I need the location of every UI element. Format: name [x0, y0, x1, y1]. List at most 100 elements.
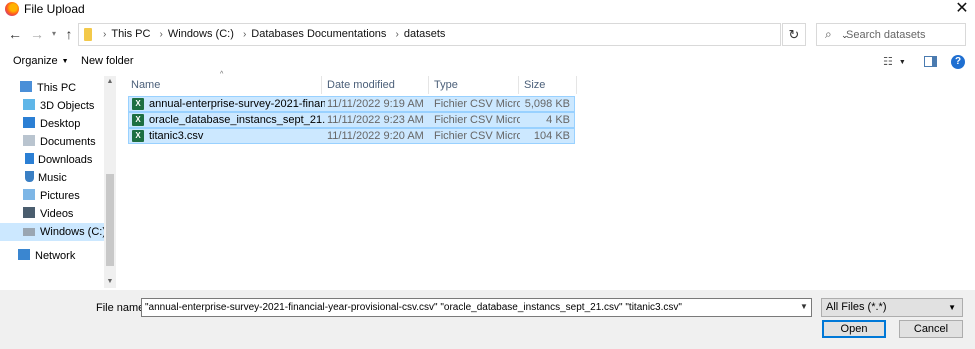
help-icon[interactable]: ? [951, 55, 965, 69]
file-date: 11/11/2022 9:20 AM [327, 130, 424, 142]
sidebar-item-label: This PC [37, 82, 77, 94]
firefox-icon [5, 2, 19, 16]
computer-icon [20, 81, 32, 92]
sidebar-item-documents[interactable]: Documents [23, 133, 104, 151]
chevron-right-icon: › [103, 29, 107, 40]
sidebar-item-pictures[interactable]: Pictures [23, 187, 104, 205]
drive-icon [23, 228, 35, 236]
chevron-down-icon: ▼ [898, 59, 906, 66]
search-placeholder: Search datasets [846, 29, 926, 41]
details-view-icon: ☷ [883, 56, 893, 68]
sidebar-item-label: Music [38, 172, 67, 184]
organize-button[interactable]: Organize ▼ [13, 55, 69, 67]
view-options-button[interactable]: ☷ ▼ [883, 55, 906, 68]
file-type: Fichier CSV Micro... [434, 114, 520, 126]
breadcrumb-drive[interactable]: Windows (C:) [168, 28, 234, 40]
sidebar-item-label: Downloads [38, 154, 93, 166]
cube-icon [23, 99, 35, 110]
file-size: 4 KB [546, 114, 570, 126]
desktop-icon [23, 117, 35, 128]
refresh-button[interactable]: ↻ [782, 23, 806, 46]
column-header-size[interactable]: Size [519, 76, 577, 94]
sidebar-item-label: Network [35, 250, 76, 262]
recent-locations-button[interactable]: ▾ [46, 25, 62, 43]
refresh-icon: ↻ [788, 27, 800, 42]
address-bar[interactable]: › This PC › Windows (C:) › Databases Docume… [78, 23, 849, 46]
file-name: titanic3.csv [149, 130, 204, 142]
sidebar-item-desktop[interactable]: Desktop [23, 115, 104, 133]
search-input[interactable]: ⌕ Search datasets [816, 23, 966, 46]
picture-icon [23, 189, 35, 200]
sidebar-item-downloads[interactable]: Downloads [23, 151, 104, 169]
breadcrumb-databases[interactable]: Databases Documentations [251, 28, 386, 40]
breadcrumb-datasets[interactable]: datasets [404, 28, 446, 40]
download-icon [25, 153, 34, 164]
title-bar: File Upload ✕ [0, 0, 975, 20]
file-row[interactable]: X annual-enterprise-survey-2021-financia… [128, 96, 575, 112]
sidebar-item-windows-c[interactable]: Windows (C:) [0, 223, 107, 241]
sidebar-item-network[interactable]: Network [18, 247, 104, 265]
preview-pane-icon[interactable] [924, 56, 937, 67]
file-list: ^ Name Date modified Type Size X annual-… [116, 71, 975, 288]
file-size: 104 KB [533, 130, 570, 142]
chevron-down-icon: ▼ [61, 58, 69, 65]
folder-icon [84, 28, 92, 41]
column-header-name[interactable]: Name [126, 76, 322, 94]
column-header-type[interactable]: Type [429, 76, 519, 94]
cancel-button[interactable]: Cancel [899, 320, 963, 338]
navigation-pane: This PC 3D Objects Desktop Documents Dow… [0, 76, 116, 288]
sidebar-item-label: 3D Objects [40, 100, 95, 112]
file-name: oracle_database_instancs_sept_21.csv [149, 114, 325, 126]
chevron-right-icon: › [395, 29, 399, 40]
scrollbar-thumb[interactable] [106, 174, 114, 266]
bottom-panel: File name: "annual-enterprise-survey-202… [0, 290, 975, 349]
file-row[interactable]: X titanic3.csv 11/11/2022 9:20 AM Fichie… [128, 128, 575, 144]
sidebar-item-videos[interactable]: Videos [23, 205, 104, 223]
sidebar-item-3d-objects[interactable]: 3D Objects [23, 97, 104, 115]
chevron-down-icon: ▼ [948, 303, 956, 312]
sidebar-item-this-pc[interactable]: This PC [20, 79, 104, 97]
command-bar: Organize ▼ New folder ☷ ▼ ? [0, 52, 975, 72]
column-headers: ^ Name Date modified Type Size [116, 71, 578, 94]
sidebar-item-label: Videos [40, 208, 74, 220]
address-row: ← → ▾ ↑ › This PC › Windows (C:) › Database… [0, 22, 975, 48]
back-button[interactable]: ← [7, 25, 23, 43]
file-type: Fichier CSV Micro... [434, 98, 520, 110]
scroll-up-icon[interactable]: ▲ [104, 78, 116, 85]
close-button[interactable]: ✕ [953, 0, 971, 19]
chevron-right-icon: › [159, 29, 163, 40]
new-folder-button[interactable]: New folder [81, 55, 134, 67]
file-date: 11/11/2022 9:23 AM [327, 114, 424, 126]
music-icon [25, 171, 34, 182]
file-date: 11/11/2022 9:19 AM [327, 98, 424, 110]
search-icon: ⌕ [825, 27, 832, 41]
sidebar-item-label: Desktop [40, 118, 81, 130]
breadcrumb: › This PC › Windows (C:) › Databases Docume… [97, 28, 445, 40]
breadcrumb-this-pc[interactable]: This PC [111, 28, 150, 40]
column-header-date[interactable]: Date modified [322, 76, 429, 94]
sidebar-item-label: Documents [40, 136, 96, 148]
excel-file-icon: X [132, 98, 144, 110]
network-icon [18, 249, 30, 260]
sidebar-item-label: Windows (C:) [40, 226, 107, 238]
file-type-select[interactable]: All Files (*.*) ▼ [821, 298, 963, 317]
excel-file-icon: X [132, 114, 144, 126]
file-type-value: All Files (*.*) [826, 301, 887, 313]
file-name-input[interactable]: "annual-enterprise-survey-2021-financial… [141, 298, 812, 317]
chevron-down-icon[interactable]: ▼ [800, 302, 808, 311]
up-button[interactable]: ↑ [61, 25, 77, 43]
file-row[interactable]: X oracle_database_instancs_sept_21.csv 1… [128, 112, 575, 128]
sidebar-item-music[interactable]: Music [23, 169, 104, 187]
window-title: File Upload [24, 2, 85, 16]
scroll-down-icon[interactable]: ▼ [104, 278, 116, 285]
excel-file-icon: X [132, 130, 144, 142]
file-type: Fichier CSV Micro... [434, 130, 520, 142]
forward-button[interactable]: → [29, 25, 45, 43]
file-name: annual-enterprise-survey-2021-financial-… [149, 98, 325, 110]
open-button[interactable]: Open [822, 320, 886, 338]
file-size: 5,098 KB [524, 98, 570, 110]
nav-scrollbar[interactable]: ▲ ▼ [104, 76, 116, 288]
video-icon [23, 207, 35, 218]
organize-label: Organize [13, 55, 58, 67]
file-name-label: File name: [96, 302, 148, 314]
